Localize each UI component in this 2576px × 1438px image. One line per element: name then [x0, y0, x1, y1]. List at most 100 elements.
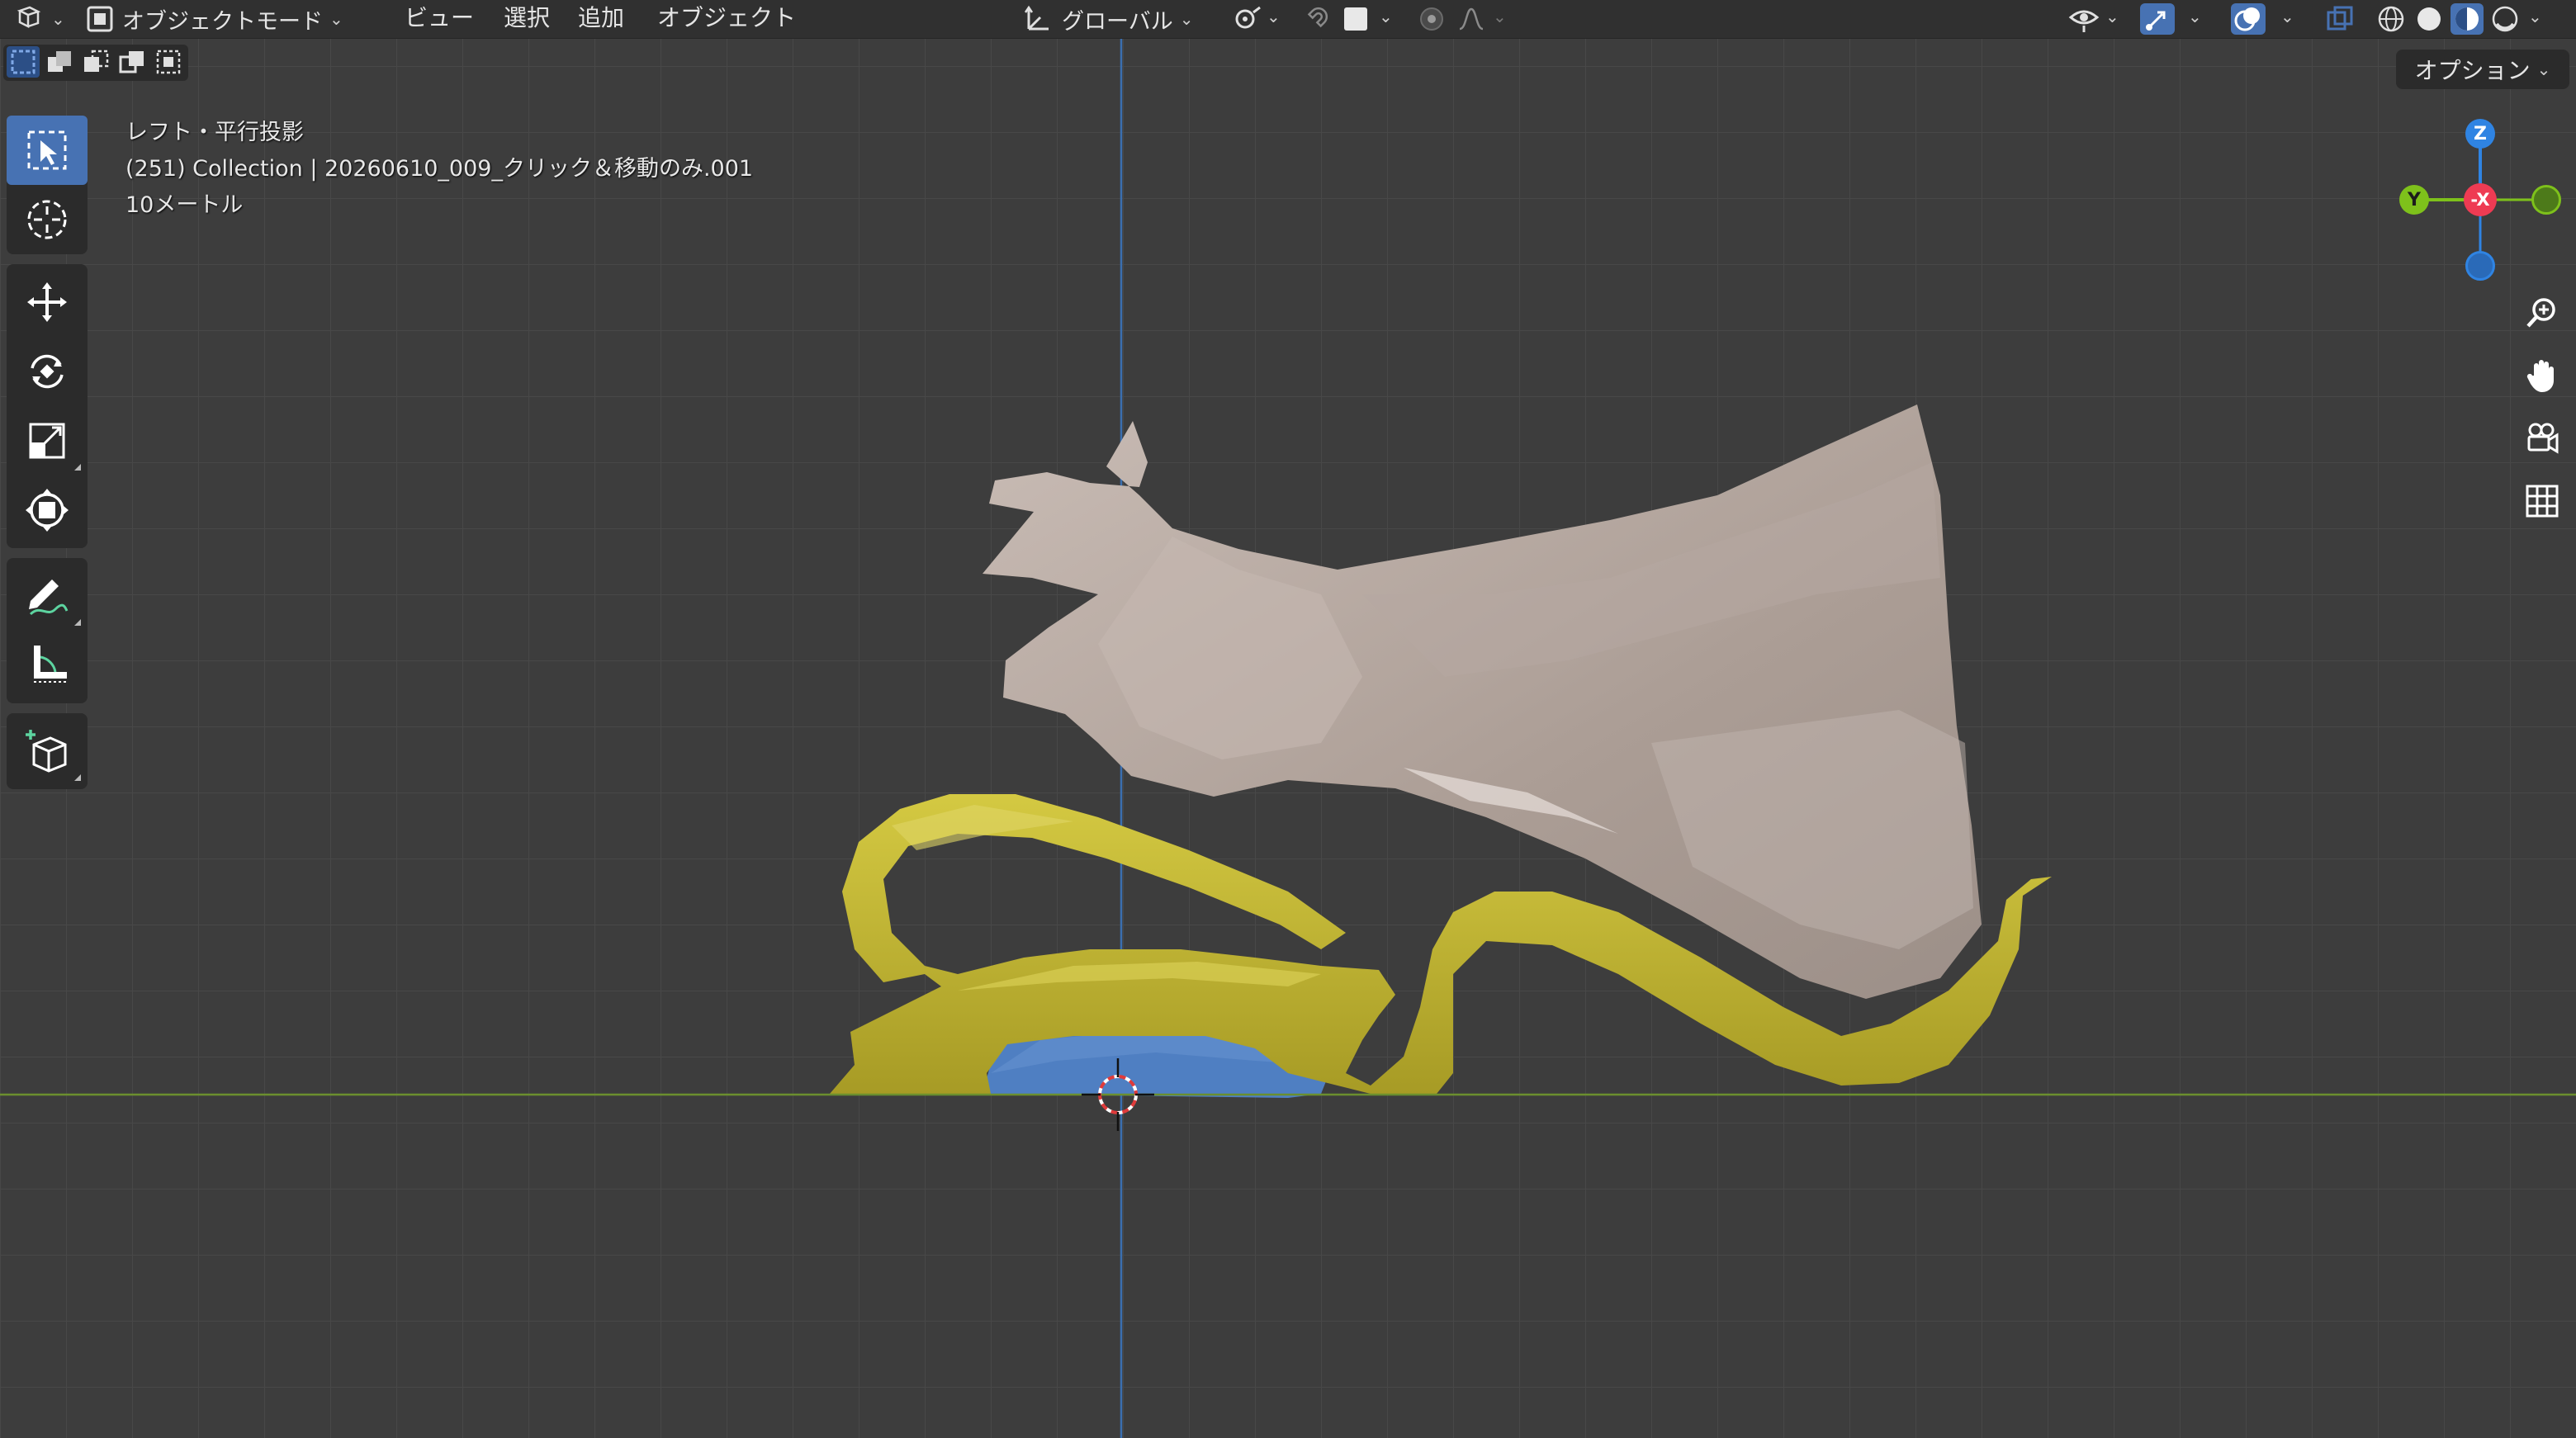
add-cube-icon — [26, 730, 67, 773]
chevron-down-icon: ⌄ — [1179, 9, 1194, 29]
proportional-editing-toggle[interactable] — [1415, 3, 1448, 35]
visibility-button[interactable] — [2067, 3, 2100, 35]
xray-toggle[interactable] — [2323, 3, 2356, 35]
gizmo-neg-x-axis[interactable]: -X — [2464, 183, 2497, 216]
pan-button[interactable] — [2517, 350, 2568, 401]
annotate-icon — [29, 579, 69, 616]
orientation-label: グローバル — [1062, 8, 1173, 35]
select-box-icon — [27, 130, 67, 170]
viewport-header: ⌄ オブジェクトモード ⌄ ビュー 選択 追加 オブジェクト グローバル ⌄ ⌄ — [0, 0, 2576, 39]
perspective-toggle-button[interactable] — [2517, 475, 2568, 527]
3d-viewport[interactable] — [0, 0, 2576, 1438]
falloff-button[interactable] — [1455, 3, 1488, 35]
rotate-icon — [31, 354, 64, 389]
eye-icon — [2068, 10, 2100, 32]
object-mode-icon — [87, 6, 113, 32]
wireframe-sphere-icon — [2378, 6, 2404, 32]
snap-target-button[interactable] — [1339, 3, 1372, 35]
view-name-text: レフト・平行投影 — [125, 120, 304, 145]
camera-view-button[interactable] — [2517, 413, 2568, 464]
navigation-gizmo[interactable]: Z Y -X — [2386, 107, 2568, 289]
transform-orientation-dropdown[interactable]: グローバル ⌄ — [1024, 3, 1194, 35]
chevron-down-icon[interactable]: ⌄ — [2280, 7, 2294, 26]
mode-label: オブジェクトモード — [122, 8, 323, 35]
mode-selector[interactable]: オブジェクトモード ⌄ — [86, 3, 343, 35]
chevron-down-icon[interactable]: ⌄ — [2105, 7, 2119, 26]
shading-solid-button[interactable] — [2413, 3, 2446, 35]
tool-cursor[interactable] — [7, 185, 88, 254]
options-dropdown[interactable]: オプション ⌄ — [2396, 50, 2569, 89]
tool-shelf — [7, 116, 88, 799]
chevron-down-icon[interactable]: ⌄ — [1379, 7, 1393, 26]
overlays-icon — [2234, 7, 2260, 31]
hand-pan-icon — [2526, 360, 2554, 392]
grid-icon — [2526, 485, 2559, 518]
gizmo-neg-z-axis[interactable] — [2465, 251, 2495, 281]
rendered-sphere-icon — [2492, 6, 2518, 32]
pivot-point-button[interactable] — [1230, 3, 1263, 35]
select-invert-button[interactable] — [116, 46, 149, 78]
editor-type-button[interactable]: ⌄ — [12, 3, 65, 35]
cursor-icon — [27, 200, 67, 239]
chevron-down-icon[interactable]: ⌄ — [2188, 7, 2202, 26]
snap-toggle[interactable] — [1300, 3, 1333, 35]
tool-annotate[interactable] — [7, 561, 88, 631]
chevron-down-icon[interactable]: ⌄ — [2528, 7, 2542, 26]
select-extend-button[interactable] — [43, 46, 76, 78]
select-set-icon — [11, 50, 36, 74]
chevron-down-icon: ⌄ — [329, 9, 343, 29]
tool-rotate[interactable] — [7, 337, 88, 406]
tool-move[interactable] — [7, 267, 88, 337]
pivot-icon — [1235, 6, 1261, 29]
menu-select[interactable]: 選択 — [499, 0, 555, 36]
select-difference-icon — [119, 51, 144, 73]
gizmo-toggle[interactable] — [2140, 3, 2175, 35]
menu-add[interactable]: 追加 — [573, 0, 629, 36]
gizmo-y-axis[interactable]: Y — [2399, 185, 2429, 215]
solid-sphere-icon — [2417, 7, 2441, 31]
select-intersect-icon — [156, 50, 181, 74]
xray-icon — [2327, 6, 2353, 31]
gizmo-neg-y-axis[interactable] — [2531, 185, 2561, 215]
zoom-button[interactable] — [2517, 287, 2568, 338]
overlays-toggle[interactable] — [2231, 3, 2266, 35]
menu-view[interactable]: ビュー — [400, 0, 479, 36]
shading-wireframe-button[interactable] — [2375, 3, 2408, 35]
collection-info-text: (251) Collection | 20260610_009_クリック＆移動の… — [125, 156, 754, 182]
chevron-down-icon[interactable]: ⌄ — [1493, 7, 1507, 26]
select-extend-icon — [48, 51, 71, 72]
select-intersect-button[interactable] — [152, 46, 185, 78]
gizmo-icon — [2146, 11, 2166, 31]
material-sphere-icon — [2455, 7, 2479, 31]
orientation-axes-icon — [1024, 5, 1049, 31]
chevron-down-icon[interactable]: ⌄ — [1267, 7, 1281, 26]
zoom-icon — [2526, 298, 2555, 328]
shading-rendered-button[interactable] — [2488, 3, 2522, 35]
tool-select-box[interactable] — [7, 116, 88, 185]
scale-icon — [29, 423, 65, 459]
chevron-down-icon: ⌄ — [2536, 59, 2551, 79]
options-label: オプション — [2414, 57, 2531, 84]
shading-material-button[interactable] — [2451, 3, 2484, 35]
view3d-icon — [17, 6, 41, 29]
tool-scale[interactable] — [7, 406, 88, 475]
measure-icon — [34, 646, 67, 683]
select-subtract-button[interactable] — [79, 46, 112, 78]
select-mode-group — [3, 45, 188, 81]
menu-object[interactable]: オブジェクト — [652, 0, 801, 36]
select-new-button[interactable] — [7, 46, 40, 78]
tool-transform[interactable] — [7, 475, 88, 545]
magnet-icon — [1307, 7, 1328, 28]
tool-measure[interactable] — [7, 631, 88, 700]
falloff-curve-icon — [1459, 7, 1484, 31]
tool-add-cube[interactable] — [7, 717, 88, 786]
move-icon — [27, 282, 67, 322]
camera-icon — [2527, 423, 2559, 454]
viewport-canvas[interactable] — [0, 0, 2576, 1438]
proportional-edit-icon — [1420, 7, 1443, 31]
transform-icon — [26, 489, 69, 532]
select-subtract-icon — [84, 50, 109, 72]
chevron-down-icon: ⌄ — [51, 9, 65, 29]
scale-info-text: 10メートル — [125, 192, 244, 218]
gizmo-z-axis[interactable]: Z — [2465, 119, 2495, 149]
